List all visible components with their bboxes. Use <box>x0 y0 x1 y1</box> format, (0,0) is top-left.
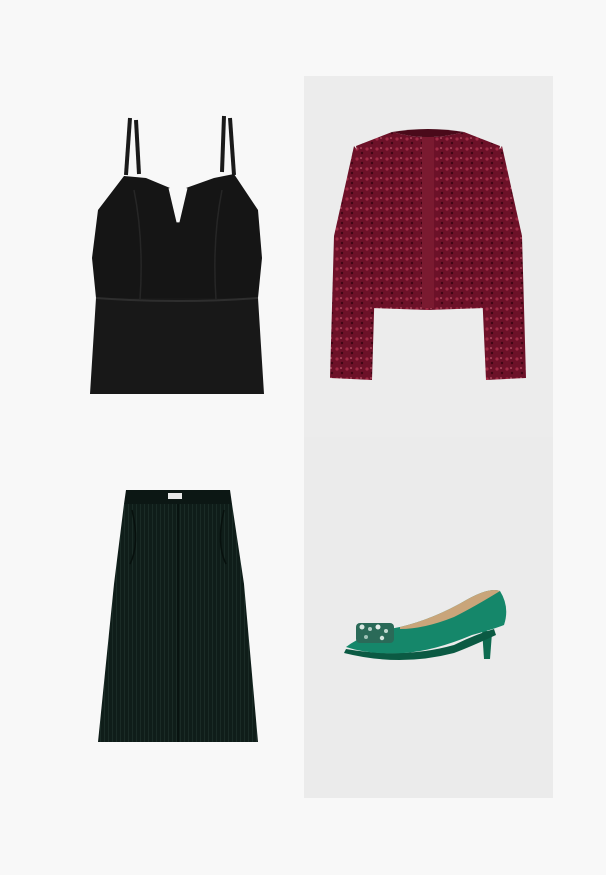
dark-corduroy-skirt-image[interactable] <box>84 474 274 754</box>
burgundy-sequin-jacket-image[interactable] <box>304 76 553 437</box>
sequin-jacket-illustration <box>330 129 526 380</box>
camisole-illustration <box>90 115 264 394</box>
corduroy-skirt-illustration <box>98 490 258 742</box>
outfit-board: { "items": [ {"id": "top", "garment": "c… <box>0 0 606 875</box>
black-camisole-top-image[interactable] <box>74 90 284 410</box>
pump-illustration <box>344 590 507 660</box>
green-embellished-pump-image[interactable] <box>304 437 553 798</box>
